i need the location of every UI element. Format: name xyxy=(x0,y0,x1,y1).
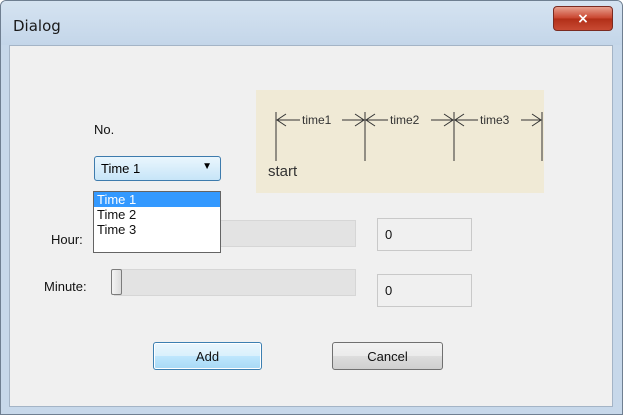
minute-slider-thumb[interactable] xyxy=(111,269,122,295)
window-title: Dialog xyxy=(13,17,61,35)
minute-label: Minute: xyxy=(44,279,87,294)
dialog-window: Dialog × No. time1 time2 time3 start Hou… xyxy=(0,0,623,415)
segment-label-time1: time1 xyxy=(302,113,332,127)
chevron-down-icon: ▼ xyxy=(202,161,212,172)
dropdown-option-time-3[interactable]: Time 3 xyxy=(94,222,220,237)
add-button[interactable]: Add xyxy=(153,342,262,370)
cancel-button[interactable]: Cancel xyxy=(332,342,443,370)
hour-value-field[interactable]: 0 xyxy=(377,218,472,251)
hour-label: Hour: xyxy=(51,232,83,247)
dropdown-option-time-1[interactable]: Time 1 xyxy=(94,192,220,207)
segment-label-time3: time3 xyxy=(480,113,510,127)
close-button[interactable]: × xyxy=(553,6,613,31)
no-label: No. xyxy=(94,122,115,137)
segment-label-time2: time2 xyxy=(390,113,420,127)
close-icon: × xyxy=(577,10,589,27)
title-bar[interactable]: Dialog × xyxy=(1,1,622,45)
timeline-diagram-svg: time1 time2 time3 start xyxy=(268,112,543,180)
time-select-value: Time 1 xyxy=(101,161,141,176)
dropdown-option-time-2[interactable]: Time 2 xyxy=(94,207,220,222)
time-select[interactable]: Time 1 ▼ xyxy=(94,156,221,181)
start-label: start xyxy=(268,163,298,180)
minute-value-field[interactable]: 0 xyxy=(377,274,472,307)
time-select-dropdown: Time 1 Time 2 Time 3 xyxy=(93,191,221,253)
minute-slider[interactable] xyxy=(114,269,356,296)
timeline-diagram: time1 time2 time3 start xyxy=(256,90,544,193)
